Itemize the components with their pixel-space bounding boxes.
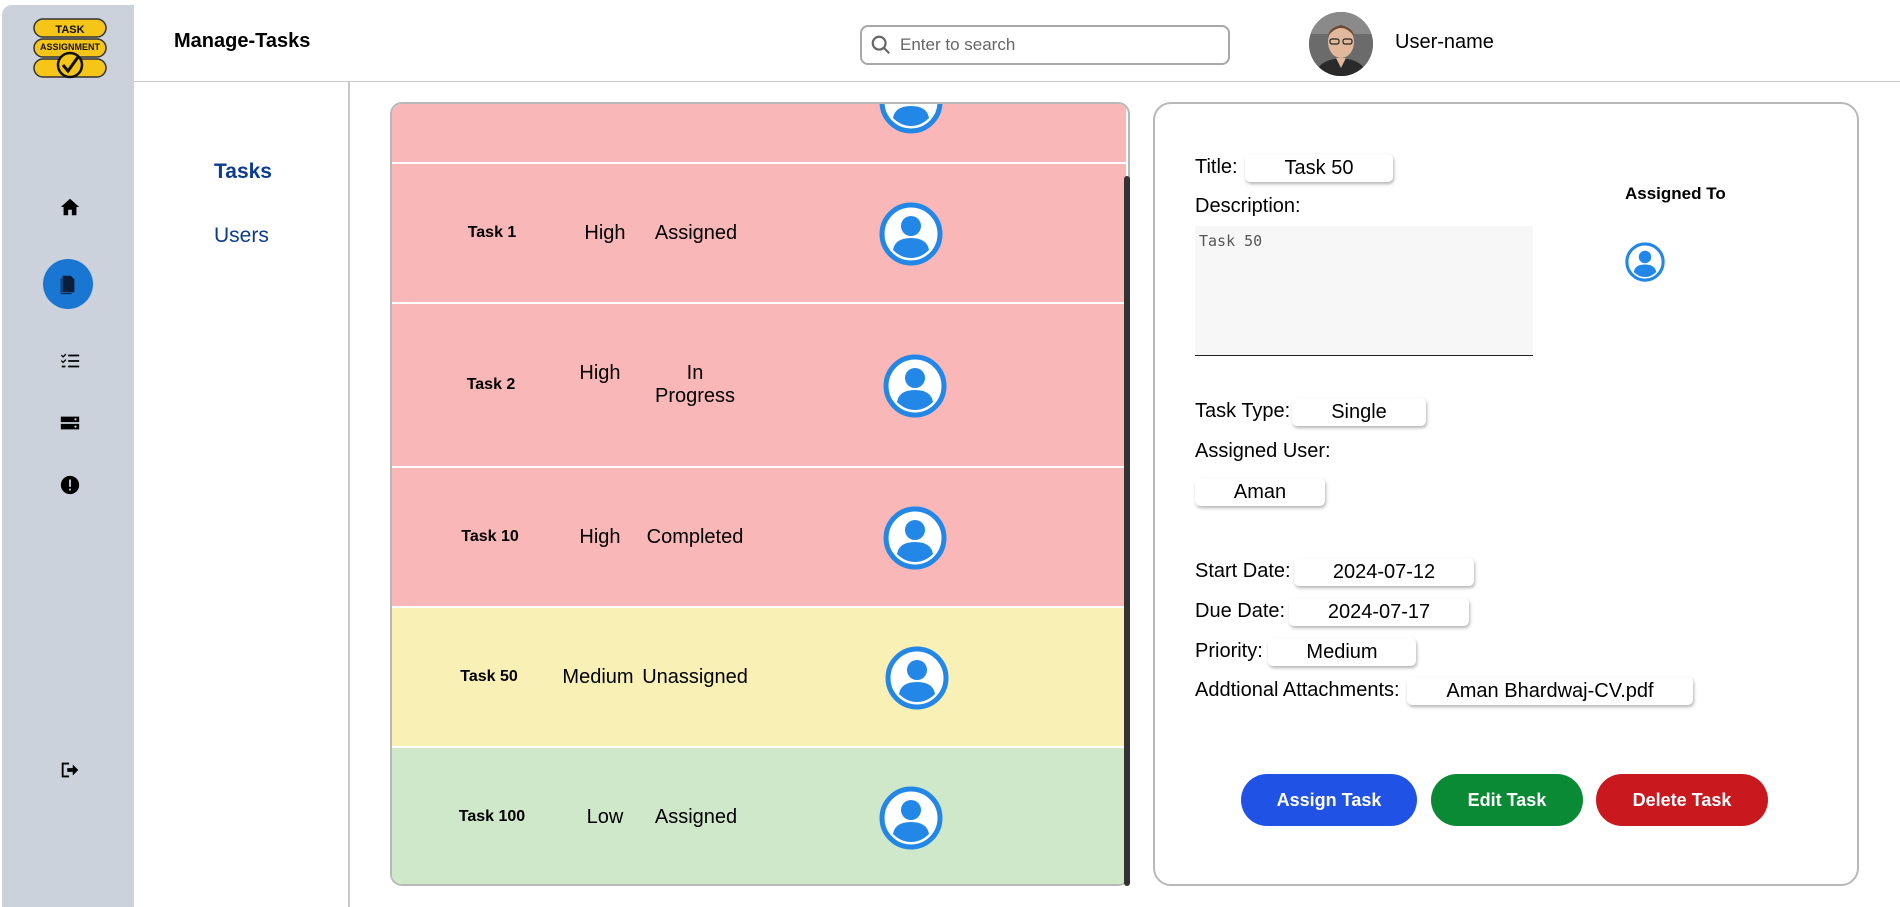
- alert-nav-button[interactable]: [50, 465, 90, 505]
- priority-value: Medium: [1268, 638, 1416, 666]
- attachment-file[interactable]: Aman Bhardwaj-CV.pdf: [1407, 677, 1693, 705]
- description-label: Description:: [1195, 195, 1301, 217]
- search-icon: [871, 35, 891, 55]
- search-box[interactable]: [860, 25, 1230, 65]
- storage-nav-button[interactable]: [50, 403, 90, 443]
- home-nav-button[interactable]: [50, 187, 90, 227]
- task-status: In Progress: [655, 362, 736, 407]
- start-date-label: Start Date:: [1195, 560, 1291, 582]
- task-name: Task 10: [461, 528, 519, 545]
- checklist-nav-button[interactable]: [50, 341, 90, 381]
- side-rail: TASK ASSIGNMENT: [2, 5, 134, 907]
- logout-icon: [61, 762, 79, 778]
- assign-task-button[interactable]: Assign Task: [1241, 774, 1417, 826]
- top-header: Manage-Tasks User-name: [134, 0, 1900, 82]
- app-logo: TASK ASSIGNMENT: [33, 18, 107, 79]
- user-circle-icon: [879, 104, 943, 134]
- task-detail-panel: Title: Task 50 Description: Task 50 Assi…: [1153, 102, 1859, 886]
- user-name: User-name: [1395, 31, 1494, 53]
- svg-text:TASK: TASK: [55, 24, 84, 36]
- svg-text:ASSIGNMENT: ASSIGNMENT: [40, 42, 101, 52]
- user-circle-icon[interactable]: [1625, 242, 1665, 282]
- search-input[interactable]: [900, 35, 1220, 55]
- task-status: Unassigned: [642, 666, 748, 688]
- secondary-nav: Tasks Users: [134, 82, 350, 907]
- task-row[interactable]: Task 10 High Completed: [392, 468, 1126, 608]
- priority-label: Priority:: [1195, 640, 1263, 662]
- delete-task-button[interactable]: Delete Task: [1596, 774, 1768, 826]
- user-circle-icon[interactable]: [883, 354, 947, 418]
- subnav-item-users[interactable]: Users: [214, 224, 269, 248]
- page-title: Manage-Tasks: [174, 30, 311, 52]
- task-list-scrollbar[interactable]: [1124, 176, 1130, 886]
- user-photo: [1309, 12, 1373, 76]
- task-name: Task 50: [460, 668, 518, 685]
- description-field[interactable]: Task 50: [1195, 226, 1533, 356]
- avatar[interactable]: [1309, 12, 1373, 76]
- task-status: Completed: [646, 526, 744, 548]
- task-name: Task 100: [458, 808, 526, 825]
- due-date-label: Due Date:: [1195, 600, 1286, 622]
- task-list: Task 1 High Assigned Task 2 High In Prog…: [390, 102, 1130, 886]
- alert-icon: [60, 475, 80, 495]
- edit-task-button[interactable]: Edit Task: [1431, 774, 1583, 826]
- assigned-to-label: Assigned To: [1625, 184, 1726, 203]
- task-name: Task 1: [467, 224, 517, 241]
- user-circle-icon[interactable]: [879, 202, 943, 266]
- assigned-user-value: Aman: [1195, 478, 1325, 506]
- task-type-value: Single: [1292, 398, 1426, 426]
- task-type-label: Task Type:: [1195, 400, 1291, 422]
- task-status: Assigned: [654, 222, 738, 244]
- logout-button[interactable]: [50, 750, 90, 790]
- assigned-user-label: Assigned User:: [1195, 440, 1331, 462]
- title-value: Task 50: [1245, 154, 1393, 182]
- user-circle-icon[interactable]: [883, 506, 947, 570]
- task-status: Assigned: [654, 806, 738, 828]
- task-row[interactable]: Task 1 High Assigned: [392, 164, 1126, 304]
- task-row-partial[interactable]: [392, 104, 1126, 164]
- user-circle-icon[interactable]: [885, 646, 949, 710]
- task-row[interactable]: Task 2 High In Progress: [392, 304, 1126, 468]
- task-manage-nav-button[interactable]: [43, 259, 93, 309]
- task-row[interactable]: Task 100 Low Assigned: [392, 748, 1126, 884]
- due-date-value: 2024-07-17: [1289, 598, 1469, 626]
- subnav-item-tasks[interactable]: Tasks: [214, 160, 272, 184]
- title-label: Title:: [1195, 156, 1238, 178]
- start-date-value: 2024-07-12: [1294, 558, 1474, 586]
- user-circle-icon[interactable]: [879, 786, 943, 850]
- task-row[interactable]: Task 50 Medium Unassigned: [392, 608, 1126, 748]
- home-icon: [60, 198, 80, 216]
- attachments-label: Addtional Attachments:: [1195, 679, 1400, 701]
- storage-icon: [60, 416, 80, 430]
- checklist-icon: [60, 353, 80, 368]
- task-manage-icon: [60, 275, 75, 295]
- task-name: Task 2: [466, 376, 516, 393]
- task-priority: High: [579, 362, 621, 384]
